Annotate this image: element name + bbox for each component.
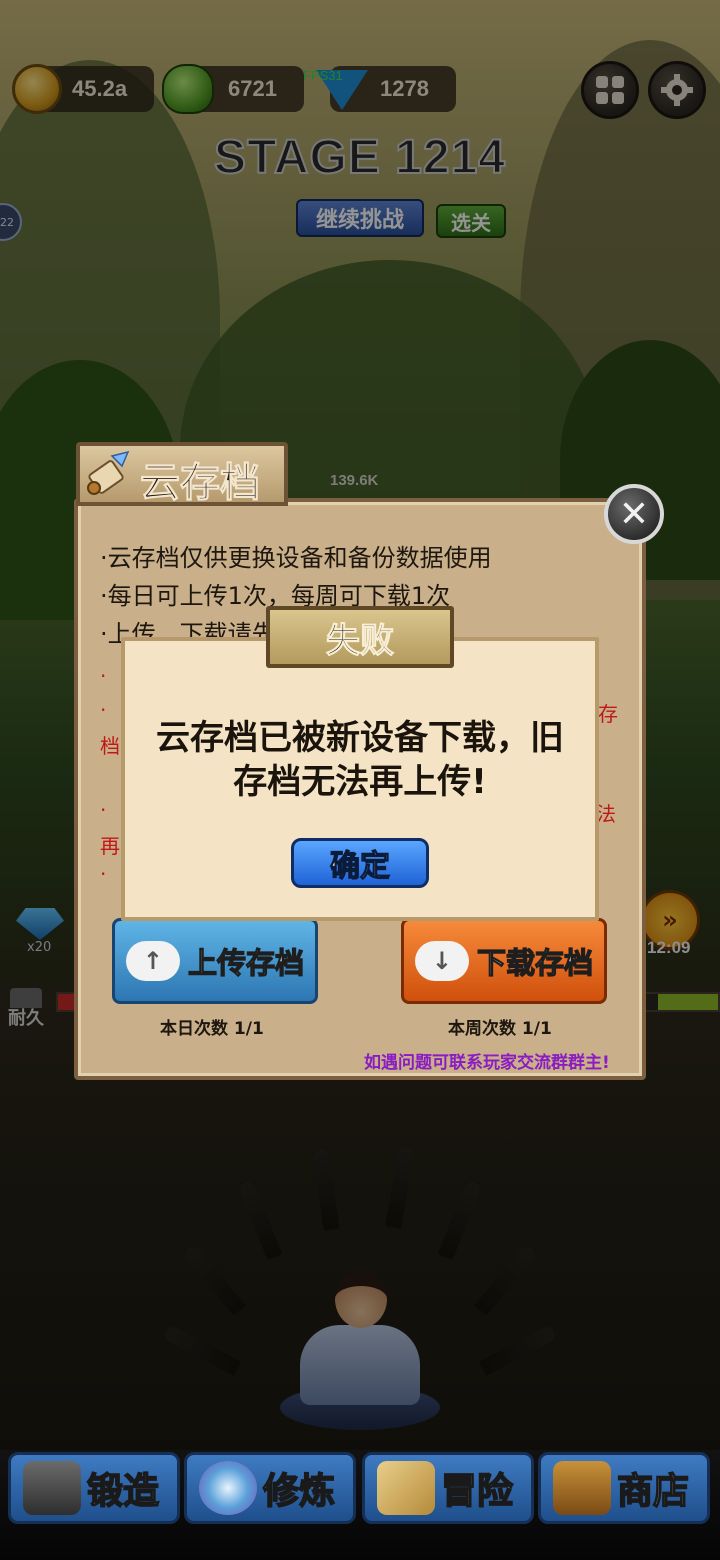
nav-shop-label: 商店 — [616, 1470, 690, 1513]
game-scene: 45.2a 6721 1278 FPS31 STAGE 1214 继续挑战 选关… — [0, 0, 720, 1560]
upload-save-button[interactable]: ↑ 上传存档 — [112, 918, 318, 1004]
error-message-line-1: 云存档已被新设备下载，旧 — [156, 718, 564, 758]
scroll-icon — [87, 450, 130, 495]
upload-save-label: 上传存档 — [187, 945, 304, 980]
cloud-download-icon: ↓ — [414, 941, 469, 981]
note-fragment: · — [100, 862, 107, 886]
download-save-label: 下载存档 — [476, 945, 593, 980]
nav-forge[interactable]: 锻造 — [8, 1452, 180, 1524]
daily-upload-count: 本日次数 1/1 — [160, 1019, 264, 1039]
cloud-upload-icon: ↑ — [125, 941, 180, 981]
download-save-button[interactable]: ↓ 下载存档 — [401, 918, 607, 1004]
note-fragment: 法 — [596, 802, 616, 826]
nav-cultivate-label: 修炼 — [262, 1470, 336, 1513]
close-button[interactable]: ✕ — [604, 484, 664, 544]
orb-icon — [199, 1461, 257, 1515]
nav-adventure-label: 冒险 — [440, 1470, 514, 1513]
confirm-label: 确定 — [329, 848, 390, 884]
error-title: 失败 — [326, 620, 395, 661]
support-hint: 如遇问题可联系玩家交流群群主! — [364, 1053, 610, 1073]
note-fragment: 存 — [598, 702, 618, 726]
weekly-download-count: 本周次数 1/1 — [448, 1019, 552, 1039]
rule-line-1: ·云存档仅供更换设备和备份数据使用 — [100, 544, 492, 572]
note-fragment: · — [100, 664, 107, 688]
cloud-save-title: 云存档 — [140, 460, 261, 507]
nav-shop[interactable]: 商店 — [538, 1452, 710, 1524]
note-fragment: · — [100, 798, 107, 822]
treasure-chest-icon — [553, 1461, 611, 1515]
confirm-button[interactable]: 确定 — [291, 838, 429, 888]
close-icon: ✕ — [618, 493, 650, 535]
anvil-icon — [23, 1461, 81, 1515]
note-fragment: 再 — [100, 834, 120, 858]
nav-cultivate[interactable]: 修炼 — [184, 1452, 356, 1524]
nav-forge-label: 锻造 — [86, 1470, 160, 1513]
error-message-line-2: 存档无法再上传! — [233, 762, 487, 802]
nav-adventure[interactable]: 冒险 — [362, 1452, 534, 1524]
note-fragment: 档 — [100, 734, 120, 758]
note-fragment: · — [100, 698, 107, 722]
error-title-tab: 失败 — [266, 606, 454, 668]
map-icon — [377, 1461, 435, 1515]
